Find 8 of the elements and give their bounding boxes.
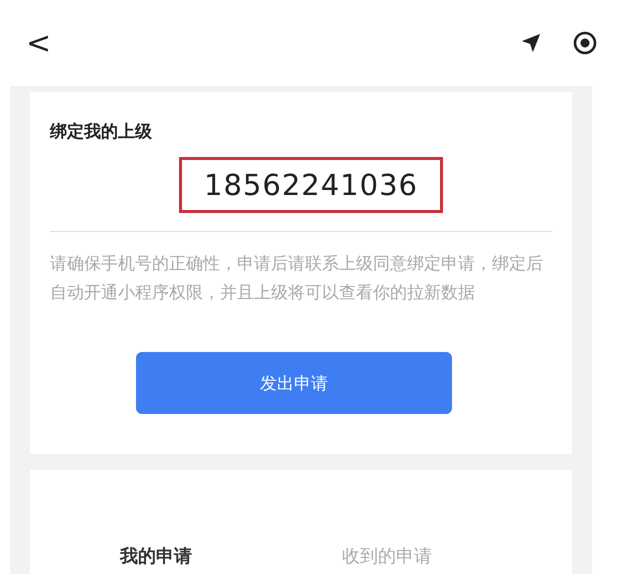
submit-button[interactable]: 发出申请 (136, 352, 452, 414)
target-icon[interactable] (572, 30, 598, 56)
phone-number: 18562241036 (179, 157, 443, 213)
card-title: 绑定我的上级 (50, 121, 153, 143)
notice-text: 请确保手机号的正确性，申请后请联系上级同意绑定申请，绑定后自动开通小程序权限，并且上级将可以查看你的拉新数据 (50, 253, 544, 305)
tab[interactable]: 我的申请 (120, 544, 192, 568)
back-button[interactable]: < (26, 26, 52, 60)
location-arrow-icon[interactable] (520, 32, 542, 54)
